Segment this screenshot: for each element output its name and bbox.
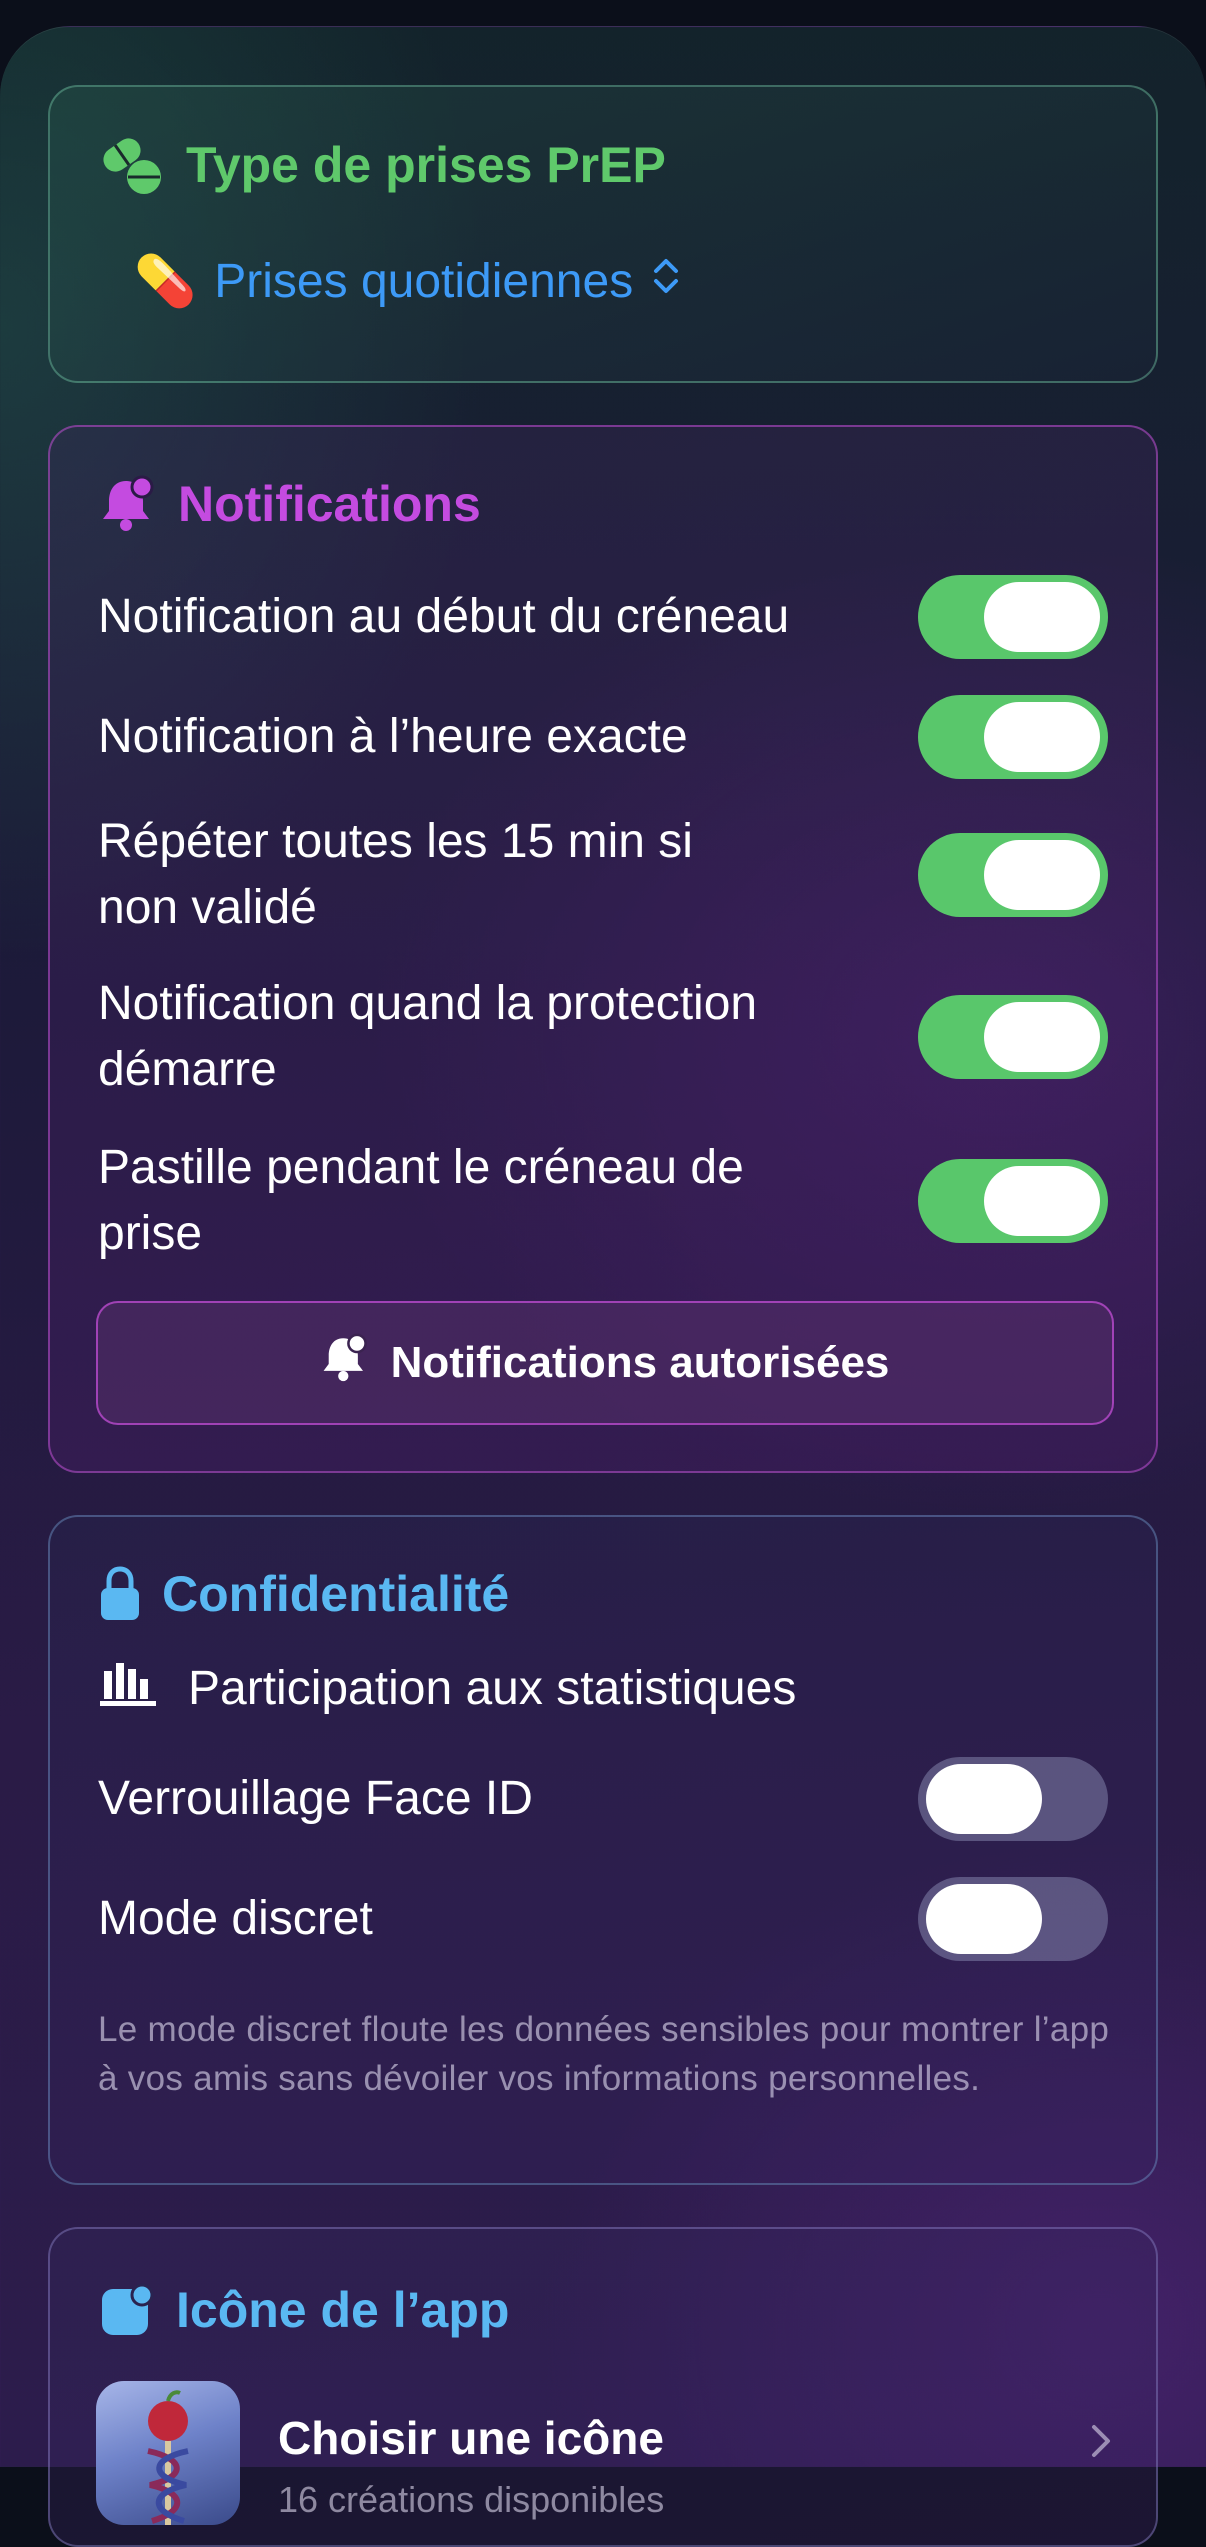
notif-row-exact: Notification à l’heure exacte xyxy=(98,695,1108,779)
notif-start-label: Notification au début du créneau xyxy=(98,590,790,643)
notif-repeat-label: Répéter toutes les 15 min si non validé xyxy=(98,815,693,934)
choose-icon-title: Choisir une icône xyxy=(278,2412,664,2464)
notifications-header: Notifications xyxy=(100,475,481,533)
app-icon-thumbnail xyxy=(96,2381,240,2525)
notifications-card: Notifications Notification au début du c… xyxy=(48,425,1158,1473)
face-id-toggle[interactable] xyxy=(918,1757,1108,1841)
prep-type-picker[interactable]: 💊 Prises quotidiennes xyxy=(134,252,681,311)
notif-protection-toggle[interactable] xyxy=(918,995,1108,1079)
pills-icon xyxy=(100,135,164,195)
notif-badge-label: Pastille pendant le créneau de prise xyxy=(98,1141,744,1260)
toggle-knob xyxy=(984,1166,1100,1236)
prep-type-card: Type de prises PrEP 💊 Prises quotidienne… xyxy=(48,85,1158,383)
chevron-up-down-icon xyxy=(651,254,681,310)
chart-bar-icon xyxy=(100,1657,158,1719)
app-badge-icon xyxy=(100,2283,154,2337)
app-icon-header: Icône de l’app xyxy=(100,2281,509,2339)
choose-icon-subtitle: 16 créations disponibles xyxy=(278,2479,665,2520)
discreet-mode-footnote: Le mode discret floute les données sensi… xyxy=(98,2010,1110,2098)
stats-participation-row[interactable]: Participation aux statistiques xyxy=(100,1657,796,1719)
toggle-knob xyxy=(984,840,1100,910)
notif-row-start: Notification au début du créneau xyxy=(98,575,1108,659)
face-id-label: Verrouillage Face ID xyxy=(98,1772,533,1825)
choose-icon-row[interactable]: Choisir une icône 16 créations disponibl… xyxy=(96,2381,1116,2541)
notifications-authorized-button[interactable]: Notifications autorisées xyxy=(96,1301,1114,1425)
chevron-right-icon xyxy=(1086,2417,1116,2470)
toggle-knob xyxy=(984,582,1100,652)
face-id-row: Verrouillage Face ID xyxy=(98,1757,1108,1841)
notif-protection-label: Notification quand la protection démarre xyxy=(98,977,758,1096)
toggle-knob xyxy=(984,702,1100,772)
notif-start-toggle[interactable] xyxy=(918,575,1108,659)
notif-badge-toggle[interactable] xyxy=(918,1159,1108,1243)
privacy-title: Confidentialité xyxy=(162,1566,510,1622)
prep-type-header: Type de prises PrEP xyxy=(100,135,666,195)
discreet-mode-toggle[interactable] xyxy=(918,1877,1108,1961)
notif-row-repeat: Répéter toutes les 15 min si non validé xyxy=(98,805,1108,945)
prep-type-title: Type de prises PrEP xyxy=(186,137,666,193)
notif-exact-toggle[interactable] xyxy=(918,695,1108,779)
app-icon-card: Icône de l’app Choisir une icône 16 créa… xyxy=(48,2227,1158,2547)
discreet-mode-row: Mode discret xyxy=(98,1877,1108,1961)
stats-participation-label: Participation aux statistiques xyxy=(188,1661,797,1715)
app-icon-title: Icône de l’app xyxy=(176,2282,510,2338)
settings-sheet: Type de prises PrEP 💊 Prises quotidienne… xyxy=(0,26,1206,2547)
notifications-title: Notifications xyxy=(178,476,481,532)
bell-badge-icon xyxy=(100,475,156,533)
notif-row-protection: Notification quand la protection démarre xyxy=(98,967,1108,1107)
bell-badge-icon xyxy=(321,1333,369,1394)
pill-emoji: 💊 xyxy=(134,253,197,309)
notif-row-badge: Pastille pendant le créneau de prise xyxy=(98,1131,1108,1271)
prep-type-value: Prises quotidiennes xyxy=(214,255,634,308)
notifications-authorized-label: Notifications autorisées xyxy=(390,1338,890,1387)
toggle-knob xyxy=(984,1002,1100,1072)
toggle-knob xyxy=(926,1884,1042,1954)
privacy-header: Confidentialité xyxy=(100,1565,509,1623)
notif-exact-label: Notification à l’heure exacte xyxy=(98,710,688,763)
toggle-knob xyxy=(926,1764,1042,1834)
lock-icon xyxy=(100,1566,140,1622)
discreet-mode-label: Mode discret xyxy=(98,1892,373,1945)
notif-repeat-toggle[interactable] xyxy=(918,833,1108,917)
privacy-card: Confidentialité Participation aux statis… xyxy=(48,1515,1158,2185)
